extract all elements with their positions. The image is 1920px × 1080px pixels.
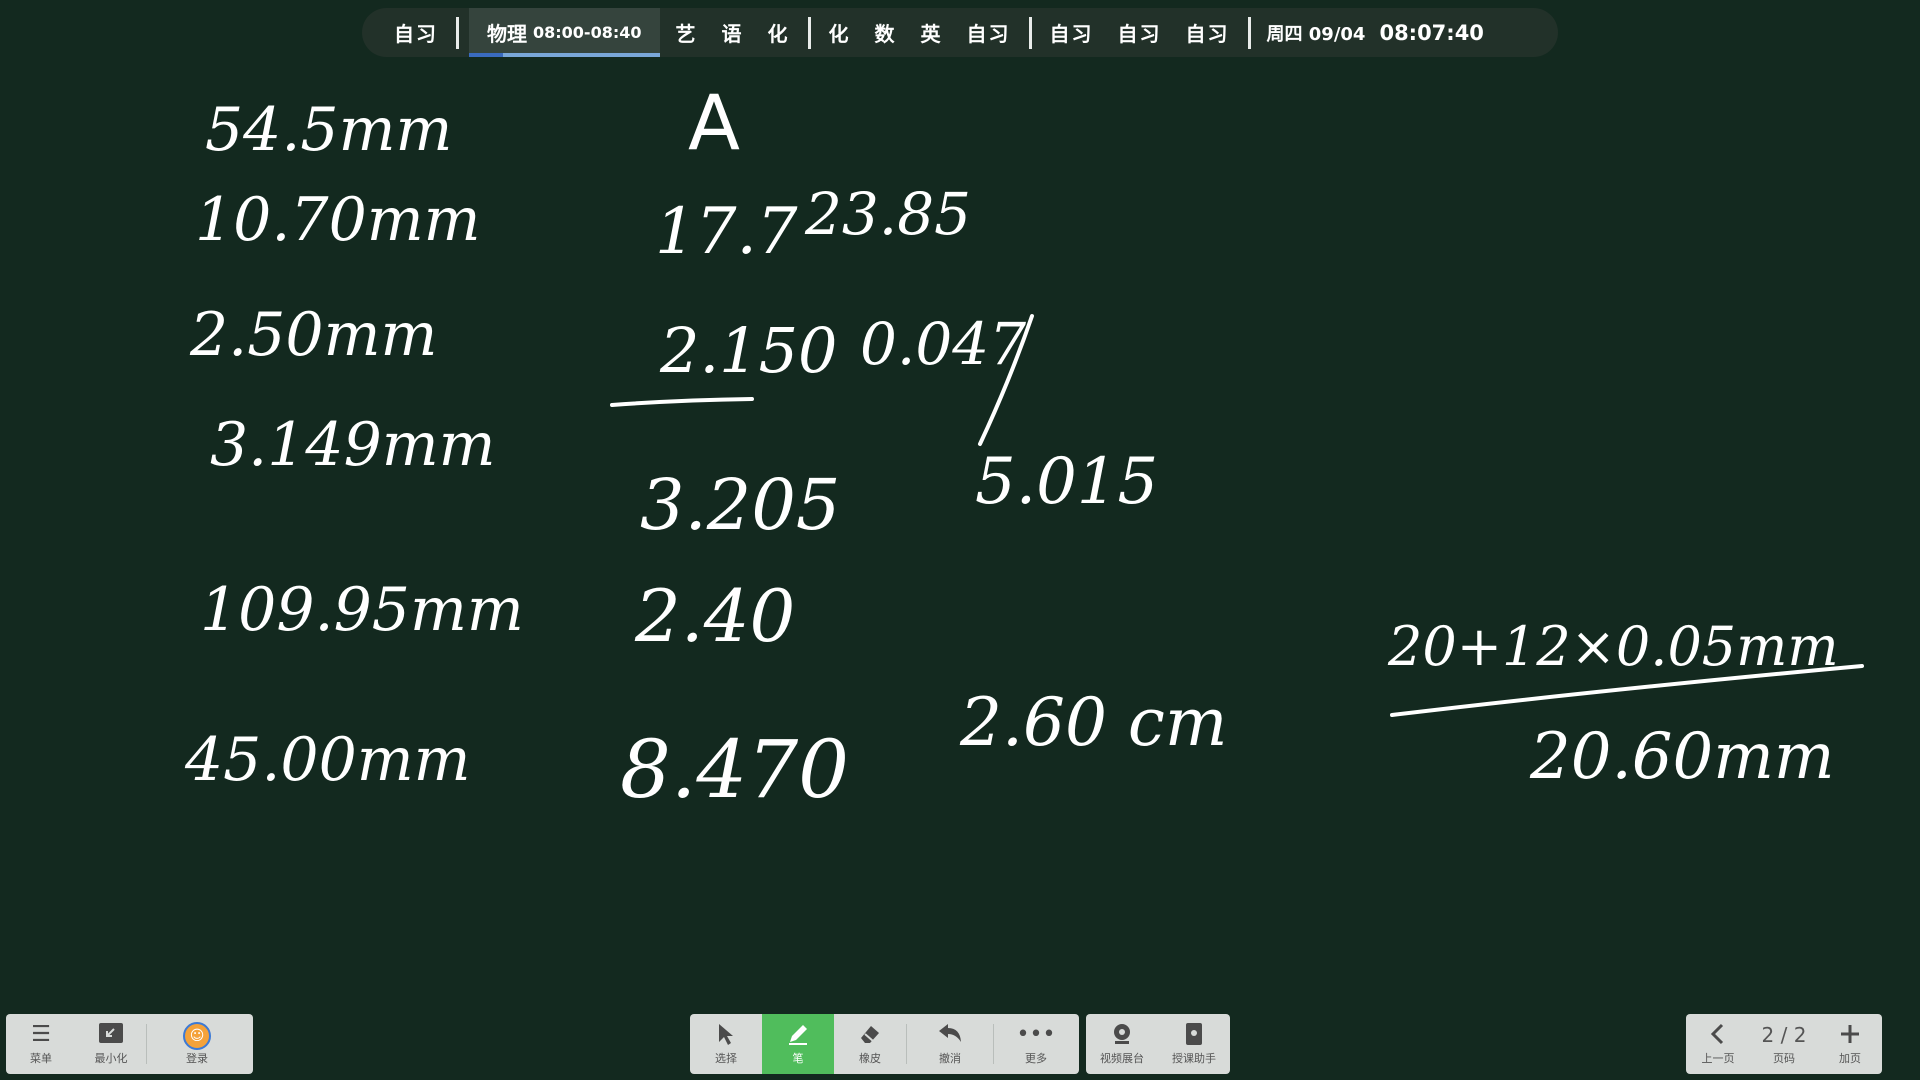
schedule-item: 自习 — [966, 22, 1011, 46]
board-value: 54.5mm — [205, 95, 453, 165]
login-button[interactable]: ☺ 登录 — [147, 1014, 247, 1074]
schedule-item: 自习 — [1117, 22, 1162, 46]
minimize-icon — [98, 1022, 124, 1050]
tablet-icon — [1184, 1022, 1204, 1050]
page-indicator[interactable]: 2 / 2 页码 — [1750, 1014, 1818, 1074]
menu-button[interactable]: ☰ 菜单 — [6, 1014, 76, 1074]
schedule-item: 语 — [721, 22, 744, 46]
teaching-assistant-button[interactable]: 授课助手 — [1158, 1014, 1230, 1074]
schedule-divider — [1028, 16, 1032, 49]
eraser-label: 橡皮 — [859, 1052, 881, 1065]
board-value: 5.015 — [975, 445, 1159, 519]
board-value: 10.70mm — [195, 185, 481, 255]
undo-button[interactable]: 撤消 — [907, 1014, 993, 1074]
schedule-divider — [807, 16, 811, 49]
schedule-item: 自习 — [394, 22, 438, 46]
board-value: 2.60 cm — [960, 684, 1228, 761]
board-value: 23.85 — [805, 180, 972, 248]
schedule-item: 自习 — [1185, 22, 1230, 46]
select-label: 选择 — [715, 1052, 737, 1065]
chevron-left-icon — [1708, 1022, 1728, 1050]
select-tool-button[interactable]: 选择 — [690, 1014, 762, 1074]
drawing-toolbar: 选择 笔 橡皮 撤消 ••• 更多 — [690, 1014, 1079, 1074]
add-page-button[interactable]: 加页 — [1818, 1014, 1882, 1074]
schedule-divider — [1247, 16, 1251, 49]
camera-icon — [1110, 1022, 1134, 1050]
schedule-item: 艺 — [675, 22, 698, 46]
schedule-item: 英 — [920, 22, 943, 46]
minimize-button[interactable]: 最小化 — [76, 1014, 146, 1074]
undo-label: 撤消 — [939, 1052, 961, 1065]
tools-toolbar: 视频展台 授课助手 — [1086, 1014, 1230, 1074]
board-value: 0.047 — [860, 310, 1027, 378]
menu-label: 菜单 — [30, 1052, 52, 1065]
current-class-time: 08:00-08:40 — [533, 23, 642, 42]
left-toolbar: ☰ 菜单 最小化 ☺ 登录 — [6, 1014, 253, 1074]
class-progress-bar — [469, 53, 504, 57]
board-value: 2.50mm — [190, 300, 438, 370]
schedule-bar: 自习 物理 08:00-08:40 艺 语 化 化 数 英 自习 自习 自习 自… — [362, 8, 1558, 57]
cursor-icon — [716, 1022, 736, 1050]
board-value: 3.205 — [640, 464, 841, 546]
schedule-divider — [456, 16, 459, 49]
avatar-icon: ☺ — [183, 1022, 211, 1050]
eraser-icon — [858, 1022, 882, 1050]
schedule-item: 化 — [767, 22, 790, 46]
board-calculation-result: 20.60mm — [1530, 720, 1835, 794]
prev-page-button[interactable]: 上一页 — [1686, 1014, 1750, 1074]
schedule-item: 自习 — [1049, 22, 1094, 46]
board-value: 2.40 — [635, 574, 796, 658]
pen-label: 笔 — [792, 1052, 804, 1065]
board-value: 45.00mm — [185, 725, 471, 795]
login-label: 登录 — [186, 1052, 208, 1065]
board-header: A — [688, 78, 740, 167]
pen-tool-button[interactable]: 笔 — [762, 1014, 834, 1074]
plus-icon — [1838, 1022, 1862, 1050]
page-number: 2 / 2 — [1761, 1023, 1807, 1047]
more-icon: ••• — [1016, 1022, 1056, 1047]
teaching-assistant-label: 授课助手 — [1172, 1052, 1216, 1065]
schedule-item: 化 — [828, 22, 851, 46]
board-value: 17.7 — [655, 195, 798, 269]
board-value: 2.150 — [660, 314, 838, 387]
page-toolbar: 上一页 2 / 2 页码 加页 — [1686, 1014, 1882, 1074]
eraser-tool-button[interactable]: 橡皮 — [834, 1014, 906, 1074]
board-value: 8.470 — [620, 723, 850, 816]
board-calculation: 20+12×0.05mm — [1388, 615, 1839, 678]
page-label: 页码 — [1773, 1052, 1795, 1065]
current-subject: 物理 — [487, 22, 527, 46]
clock: 08:07:40 — [1379, 20, 1484, 45]
schedule-current-class: 物理 08:00-08:40 — [469, 8, 660, 57]
hamburger-icon: ☰ — [31, 1022, 51, 1047]
more-label: 更多 — [1025, 1052, 1047, 1065]
pen-icon — [786, 1022, 810, 1050]
board-value: 109.95mm — [200, 575, 524, 645]
minimize-label: 最小化 — [94, 1052, 128, 1065]
video-booth-button[interactable]: 视频展台 — [1086, 1014, 1158, 1074]
date-label: 周四 09/04 — [1266, 23, 1366, 45]
schedule-item: 数 — [874, 22, 897, 46]
prev-page-label: 上一页 — [1701, 1052, 1735, 1065]
video-booth-label: 视频展台 — [1100, 1052, 1144, 1065]
more-button[interactable]: ••• 更多 — [994, 1014, 1078, 1074]
whiteboard-canvas[interactable]: 54.5mm 10.70mm 2.50mm 3.149mm 109.95mm 4… — [0, 60, 1920, 1000]
undo-icon — [937, 1022, 963, 1050]
board-value: 3.149mm — [210, 410, 496, 480]
add-page-label: 加页 — [1839, 1052, 1861, 1065]
